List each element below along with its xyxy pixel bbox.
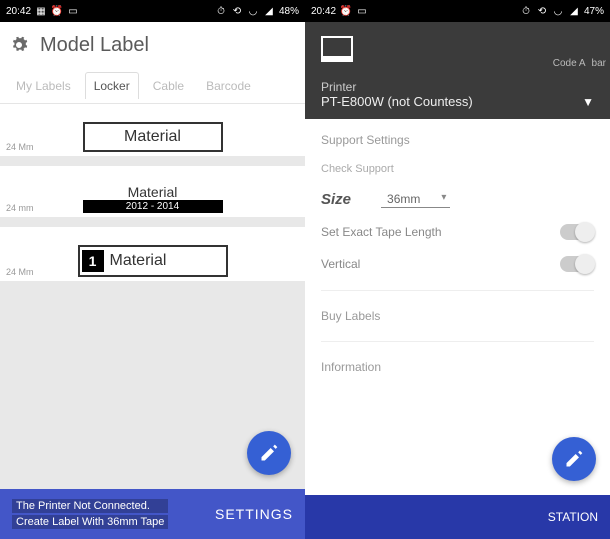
- signal-icon: ◢: [263, 5, 275, 17]
- wifi-icon-r: ◡: [552, 5, 564, 17]
- printer-value: PT-E800W (not Countess): [321, 94, 473, 109]
- footer-message: The Printer Not Connected. Create Label …: [12, 499, 168, 529]
- vertical-label: Vertical: [321, 257, 360, 271]
- wifi-icon: ◡: [247, 5, 259, 17]
- footer-bar-right: STATION: [305, 495, 610, 539]
- label-2-line1: Material: [83, 184, 223, 200]
- check-support-link[interactable]: Check Support: [321, 163, 594, 175]
- page-title: Model Label: [40, 34, 149, 57]
- battery-text: 48%: [279, 6, 299, 17]
- calendar-icon: ▭: [67, 5, 79, 17]
- printer-icon: [321, 36, 353, 62]
- label-3-number: 1: [82, 250, 104, 272]
- tab-mylabels[interactable]: My Labels: [8, 73, 79, 99]
- calendar-icon-r: ▭: [356, 5, 368, 17]
- gear-icon[interactable]: [10, 36, 28, 54]
- tab-barcode[interactable]: Barcode: [198, 73, 259, 99]
- exact-length-toggle[interactable]: [560, 224, 594, 240]
- station-button[interactable]: STATION: [548, 510, 598, 524]
- label-template-1[interactable]: Material 24 Mm: [0, 104, 305, 156]
- label-list: Material 24 Mm Material 2012 - 2014 24 m…: [0, 104, 305, 489]
- printer-selector[interactable]: Printer PT-E800W (not Countess) ▼: [321, 80, 594, 109]
- drawer-header: Printer PT-E800W (not Countess) ▼: [305, 22, 610, 119]
- printer-label: Printer: [321, 80, 473, 94]
- alarm2-icon-r: ⏱: [520, 5, 532, 17]
- label-template-2[interactable]: Material 2012 - 2014 24 mm: [0, 166, 305, 217]
- vertical-row: Vertical: [321, 256, 594, 272]
- sync-icon-r: ⟲: [536, 5, 548, 17]
- exact-length-row: Set Exact Tape Length: [321, 224, 594, 240]
- size-label: Size: [321, 191, 351, 208]
- divider: [321, 290, 594, 291]
- exact-length-label: Set Exact Tape Length: [321, 225, 442, 239]
- status-bar-right: 20:42 ⏰ ▭ ⏱ ⟲ ◡ ◢ 47%: [305, 0, 610, 22]
- bg-tab-bar: bar: [592, 58, 606, 69]
- label-2-size: 24 mm: [6, 203, 34, 213]
- edit-fab-right[interactable]: [552, 437, 596, 481]
- label-1-size: 24 Mm: [6, 142, 34, 152]
- label-preview-2: Material 2012 - 2014: [83, 184, 223, 213]
- tab-bar: My Labels Locker Cable Barcode: [0, 68, 305, 104]
- image-icon: ▦: [35, 5, 47, 17]
- divider-2: [321, 341, 594, 342]
- settings-button[interactable]: SETTINGS: [215, 506, 293, 522]
- footer-bar: The Printer Not Connected. Create Label …: [0, 489, 305, 539]
- battery-text-r: 47%: [584, 6, 604, 17]
- sync-icon: ⟲: [231, 5, 243, 17]
- chevron-down-icon: ▼: [582, 95, 594, 109]
- signal-icon-r: ◢: [568, 5, 580, 17]
- edit-fab[interactable]: [247, 431, 291, 475]
- clock-text-r: 20:42: [311, 6, 336, 17]
- label-3-text: Material: [110, 252, 167, 270]
- buy-labels-link[interactable]: Buy Labels: [321, 309, 594, 323]
- clock-text: 20:42: [6, 6, 31, 17]
- alarm2-icon: ⏱: [215, 5, 227, 17]
- app-header: Model Label: [0, 22, 305, 68]
- footer-line1: The Printer Not Connected.: [12, 499, 168, 513]
- size-row[interactable]: Size 36mm: [321, 191, 594, 208]
- alarm-icon: ⏰: [51, 5, 63, 17]
- bg-tab-codea: Code A: [553, 58, 586, 69]
- size-dropdown[interactable]: 36mm: [381, 192, 450, 208]
- footer-line2: Create Label With 36mm Tape: [12, 515, 168, 529]
- background-tabs: Code A bar: [553, 58, 606, 69]
- information-link[interactable]: Information: [321, 360, 594, 374]
- pencil-icon: [259, 443, 279, 463]
- label-preview-1: Material: [83, 122, 223, 152]
- label-2-line2: 2012 - 2014: [83, 200, 223, 213]
- support-settings-title: Support Settings: [321, 133, 594, 147]
- tab-locker[interactable]: Locker: [85, 72, 139, 99]
- label-template-3[interactable]: 1 Material 24 Mm: [0, 227, 305, 281]
- label-1-text: Material: [124, 128, 181, 146]
- alarm-icon-r: ⏰: [340, 5, 352, 17]
- label-preview-3: 1 Material: [78, 245, 228, 277]
- status-bar-left: 20:42 ▦ ⏰ ▭ ⏱ ⟲ ◡ ◢ 48%: [0, 0, 305, 22]
- vertical-toggle[interactable]: [560, 256, 594, 272]
- pencil-icon-r: [564, 449, 584, 469]
- label-3-size: 24 Mm: [6, 267, 34, 277]
- tab-cable[interactable]: Cable: [145, 73, 192, 99]
